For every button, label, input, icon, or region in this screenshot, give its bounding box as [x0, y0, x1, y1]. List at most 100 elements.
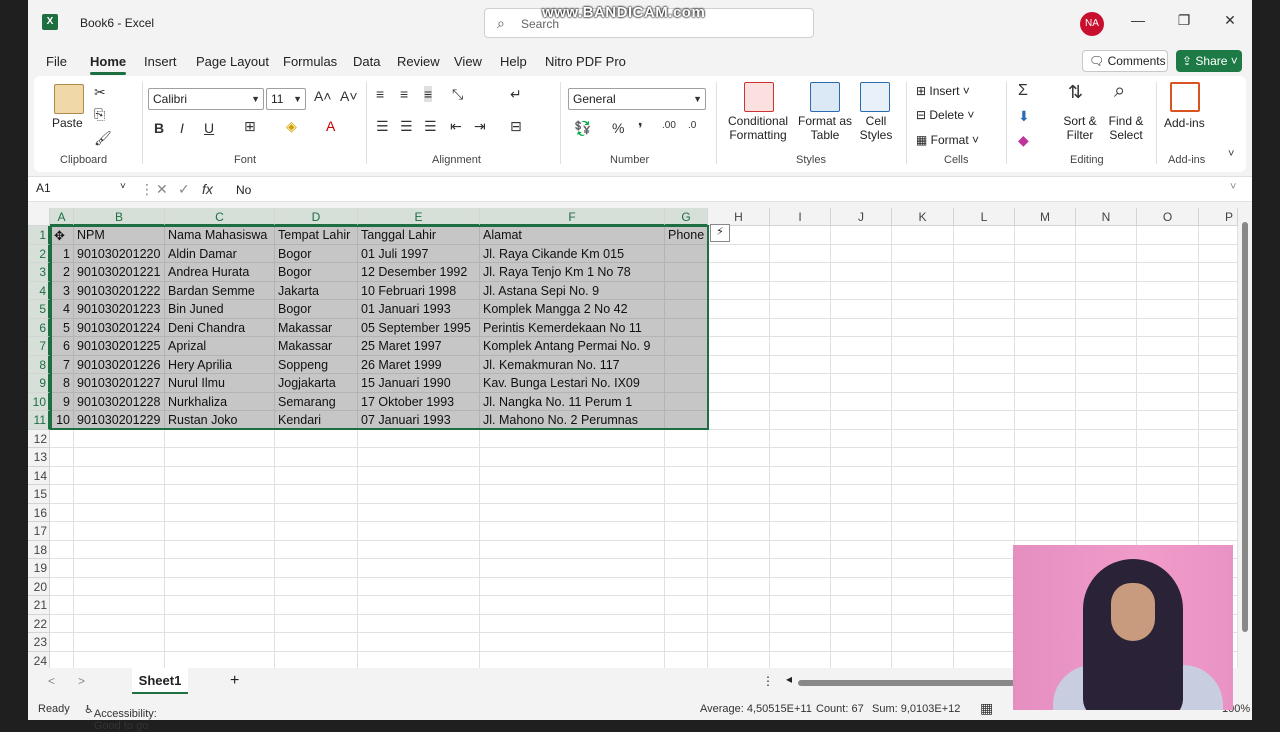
- cell[interactable]: Jl. Nangka No. 11 Perum 1: [480, 392, 665, 411]
- cell[interactable]: [954, 318, 1015, 337]
- increase-decimal-icon[interactable]: .00: [662, 120, 676, 131]
- decrease-font-icon[interactable]: A˅: [340, 88, 358, 104]
- cell[interactable]: Alamat: [480, 226, 665, 245]
- cell[interactable]: 12 Desember 1992: [358, 263, 480, 282]
- cell[interactable]: [1015, 503, 1076, 522]
- cell[interactable]: [50, 596, 74, 615]
- cell[interactable]: [831, 300, 892, 319]
- cell[interactable]: 4: [50, 300, 74, 319]
- cell[interactable]: [770, 318, 831, 337]
- cell[interactable]: [165, 503, 275, 522]
- normal-view-icon[interactable]: ▦: [980, 700, 993, 717]
- comments-button[interactable]: 🗨 Comments: [1082, 50, 1168, 72]
- cell[interactable]: [892, 651, 954, 668]
- minimize-icon[interactable]: —: [1128, 12, 1148, 28]
- cell[interactable]: [74, 485, 165, 504]
- tab-formulas[interactable]: Formulas: [283, 54, 337, 69]
- wrap-text-icon[interactable]: ↵: [510, 86, 522, 103]
- cell[interactable]: [1076, 337, 1137, 356]
- cell[interactable]: 6: [50, 337, 74, 356]
- cell[interactable]: [165, 448, 275, 467]
- cell[interactable]: Jl. Kemakmuran No. 117: [480, 355, 665, 374]
- cell[interactable]: Deni Chandra: [165, 318, 275, 337]
- cell[interactable]: [770, 503, 831, 522]
- cell[interactable]: [50, 448, 74, 467]
- cell[interactable]: [770, 522, 831, 541]
- cell[interactable]: [831, 485, 892, 504]
- number-format-select[interactable]: General ▼: [568, 88, 706, 110]
- cell[interactable]: [954, 281, 1015, 300]
- cell[interactable]: [480, 614, 665, 633]
- cell[interactable]: 26 Maret 1999: [358, 355, 480, 374]
- cell[interactable]: 5: [50, 318, 74, 337]
- cell[interactable]: [892, 614, 954, 633]
- delete-cells-button[interactable]: ⊟ Delete ˅: [916, 108, 974, 122]
- tab-help[interactable]: Help: [500, 54, 527, 69]
- font-color-icon[interactable]: A: [326, 118, 335, 134]
- row-header[interactable]: 1: [28, 226, 50, 245]
- cell[interactable]: 901030201225: [74, 337, 165, 356]
- cell[interactable]: [831, 448, 892, 467]
- cell[interactable]: [954, 522, 1015, 541]
- cell[interactable]: [1076, 244, 1137, 263]
- fill-color-icon[interactable]: ◈: [286, 118, 297, 135]
- cell[interactable]: [892, 337, 954, 356]
- cell[interactable]: [770, 596, 831, 615]
- cell[interactable]: [74, 577, 165, 596]
- cell[interactable]: [358, 540, 480, 559]
- row-header[interactable]: 20: [28, 577, 50, 596]
- cell[interactable]: [1137, 522, 1199, 541]
- cell[interactable]: [665, 503, 708, 522]
- cell[interactable]: [665, 374, 708, 393]
- row-header[interactable]: 7: [28, 337, 50, 356]
- cell[interactable]: [480, 651, 665, 668]
- cell[interactable]: [954, 540, 1015, 559]
- paste-icon[interactable]: [54, 84, 84, 114]
- font-name-select[interactable]: Calibri ▼: [148, 88, 264, 110]
- cell[interactable]: [831, 577, 892, 596]
- cell[interactable]: [954, 337, 1015, 356]
- cell[interactable]: 901030201222: [74, 281, 165, 300]
- cell[interactable]: [665, 633, 708, 652]
- cell[interactable]: [50, 522, 74, 541]
- cell[interactable]: Nama Mahasiswa: [165, 226, 275, 245]
- cell[interactable]: 07 Januari 1993: [358, 411, 480, 430]
- cell[interactable]: [1137, 392, 1199, 411]
- cell[interactable]: [831, 226, 892, 245]
- conditional-formatting-icon[interactable]: [744, 82, 774, 112]
- cell[interactable]: [831, 374, 892, 393]
- cell[interactable]: 15 Januari 1990: [358, 374, 480, 393]
- cell[interactable]: [74, 522, 165, 541]
- cell[interactable]: Jogjakarta: [275, 374, 358, 393]
- cell[interactable]: [1015, 244, 1076, 263]
- cell[interactable]: [50, 651, 74, 668]
- cell[interactable]: [831, 411, 892, 430]
- cell[interactable]: Kav. Bunga Lestari No. IX09: [480, 374, 665, 393]
- cell[interactable]: 05 September 1995: [358, 318, 480, 337]
- column-header-p[interactable]: P: [1199, 208, 1238, 226]
- cell[interactable]: [665, 318, 708, 337]
- tab-page-layout[interactable]: Page Layout: [196, 54, 269, 69]
- scroll-left-icon[interactable]: ◂: [786, 672, 792, 686]
- cell[interactable]: [665, 244, 708, 263]
- cell[interactable]: [50, 577, 74, 596]
- accounting-format-icon[interactable]: 💱: [574, 120, 591, 137]
- cell[interactable]: [165, 577, 275, 596]
- cell[interactable]: [1076, 522, 1137, 541]
- add-sheet-button[interactable]: +: [230, 672, 239, 690]
- format-painter-icon[interactable]: 🖌: [94, 130, 112, 147]
- cell[interactable]: [665, 651, 708, 668]
- cell[interactable]: [480, 466, 665, 485]
- row-header[interactable]: 14: [28, 466, 50, 485]
- row-header[interactable]: 23: [28, 633, 50, 652]
- cell[interactable]: [708, 485, 770, 504]
- cell[interactable]: [665, 577, 708, 596]
- close-icon[interactable]: ✕: [1220, 12, 1240, 29]
- find-select-icon[interactable]: ⌕: [1114, 80, 1125, 103]
- cell[interactable]: [770, 244, 831, 263]
- sheet-tab-sheet1[interactable]: Sheet1: [132, 668, 188, 694]
- cell[interactable]: [275, 485, 358, 504]
- font-size-select[interactable]: 11 ▼: [266, 88, 306, 110]
- cell[interactable]: [954, 577, 1015, 596]
- cell[interactable]: Nurul Ilmu: [165, 374, 275, 393]
